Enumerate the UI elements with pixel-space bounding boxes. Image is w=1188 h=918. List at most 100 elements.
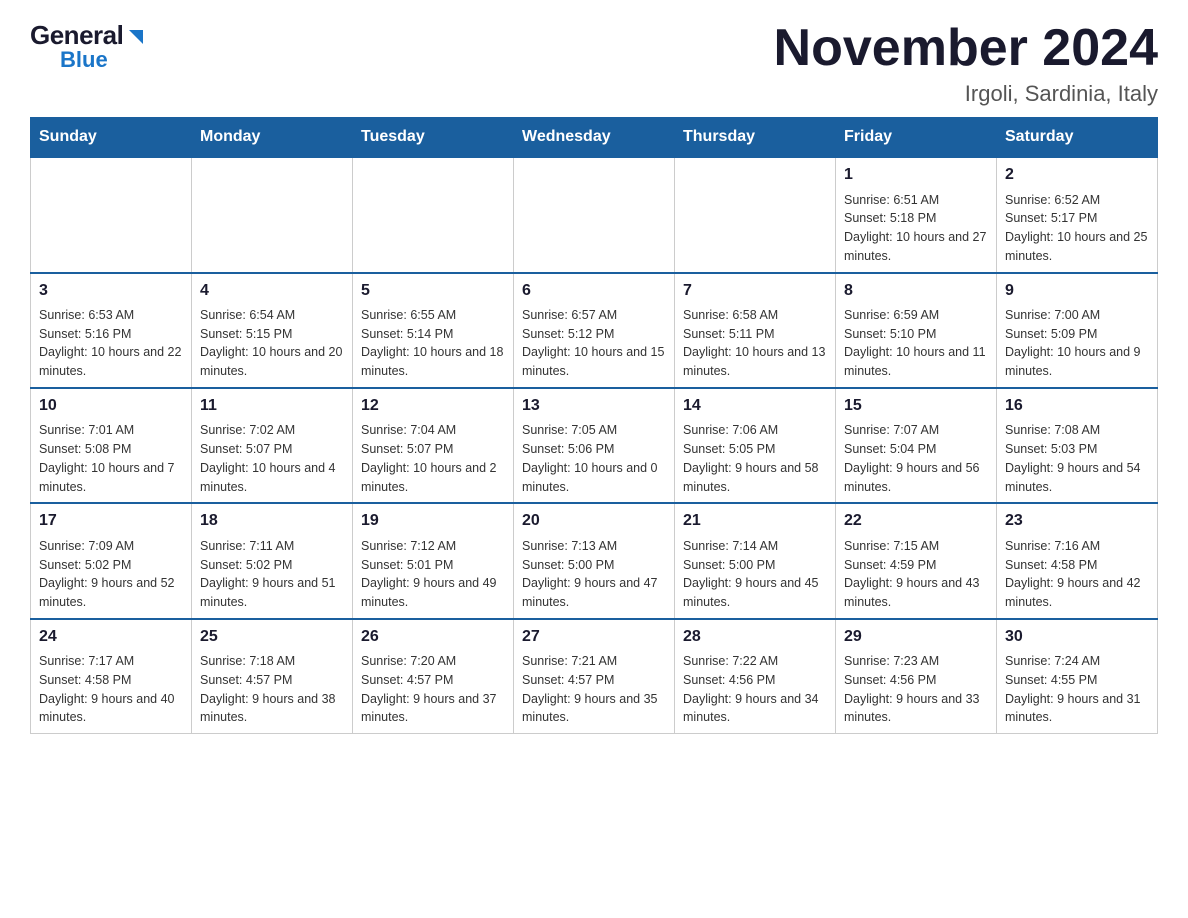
table-row: 17Sunrise: 7:09 AM Sunset: 5:02 PM Dayli… (31, 503, 192, 618)
table-row: 7 Sunrise: 6:58 AM Sunset: 5:11 PM Daylig… (675, 273, 836, 388)
page-header: General Blue November 2024 Irgoli, Sardi… (30, 20, 1158, 107)
col-friday: Friday (836, 118, 997, 158)
table-row: 10 Sunrise: 7:01 AM Sunset: 5:08 PM Dayli… (31, 388, 192, 503)
day-number: 11 (200, 395, 344, 417)
table-row: 27 Sunrise: 7:21 AM Sunset: 4:57 PM Dayli… (514, 619, 675, 734)
day-number: 6 (522, 280, 666, 302)
sun-info: Sunrise: 7:04 AM Sunset: 5:07 PM Dayligh… (361, 421, 505, 496)
day-number: 10 (39, 395, 183, 417)
day-number: 9 (1005, 280, 1149, 302)
table-row (31, 157, 192, 272)
table-row (675, 157, 836, 272)
month-title: November 2024 (774, 20, 1158, 77)
sun-info: Sunrise: 6:53 AM Sunset: 5:16 PM Dayligh… (39, 306, 183, 381)
day-number: 14 (683, 395, 827, 417)
calendar-week-row: 3Sunrise: 6:53 AM Sunset: 5:16 PM Daylig… (31, 273, 1158, 388)
day-number: 5 (361, 280, 505, 302)
day-number: 27 (522, 626, 666, 648)
table-row: 25Sunrise: 7:18 AM Sunset: 4:57 PM Dayli… (192, 619, 353, 734)
day-number: 12 (361, 395, 505, 417)
logo-blue-text: Blue (60, 47, 108, 73)
table-row (514, 157, 675, 272)
calendar-week-row: 10 Sunrise: 7:01 AM Sunset: 5:08 PM Dayli… (31, 388, 1158, 503)
sun-info: Sunrise: 7:16 AM Sunset: 4:58 PM Dayligh… (1005, 537, 1149, 612)
sun-info: Sunrise: 7:01 AM Sunset: 5:08 PM Dayligh… (39, 421, 183, 496)
day-number: 24 (39, 626, 183, 648)
sun-info: Sunrise: 7:13 AM Sunset: 5:00 PM Dayligh… (522, 537, 666, 612)
col-tuesday: Tuesday (353, 118, 514, 158)
table-row: 18 Sunrise: 7:11 AM Sunset: 5:02 PM Dayli… (192, 503, 353, 618)
sun-info: Sunrise: 7:11 AM Sunset: 5:02 PM Dayligh… (200, 537, 344, 612)
sun-info: Sunrise: 7:02 AM Sunset: 5:07 PM Dayligh… (200, 421, 344, 496)
day-number: 15 (844, 395, 988, 417)
sun-info: Sunrise: 7:21 AM Sunset: 4:57 PM Dayligh… (522, 652, 666, 727)
col-monday: Monday (192, 118, 353, 158)
col-wednesday: Wednesday (514, 118, 675, 158)
calendar-table: Sunday Monday Tuesday Wednesday Thursday… (30, 117, 1158, 734)
calendar-week-row: 24Sunrise: 7:17 AM Sunset: 4:58 PM Dayli… (31, 619, 1158, 734)
day-number: 2 (1005, 164, 1149, 186)
logo: General Blue (30, 20, 147, 73)
title-section: November 2024 Irgoli, Sardinia, Italy (774, 20, 1158, 107)
day-number: 21 (683, 510, 827, 532)
day-number: 4 (200, 280, 344, 302)
day-number: 20 (522, 510, 666, 532)
table-row: 23 Sunrise: 7:16 AM Sunset: 4:58 PM Dayli… (997, 503, 1158, 618)
logo-triangle-icon (125, 26, 147, 48)
sun-info: Sunrise: 7:07 AM Sunset: 5:04 PM Dayligh… (844, 421, 988, 496)
day-number: 28 (683, 626, 827, 648)
sun-info: Sunrise: 7:00 AM Sunset: 5:09 PM Dayligh… (1005, 306, 1149, 381)
day-number: 22 (844, 510, 988, 532)
table-row (192, 157, 353, 272)
table-row: 29 Sunrise: 7:23 AM Sunset: 4:56 PM Dayli… (836, 619, 997, 734)
table-row: 20 Sunrise: 7:13 AM Sunset: 5:00 PM Dayli… (514, 503, 675, 618)
day-number: 8 (844, 280, 988, 302)
day-number: 26 (361, 626, 505, 648)
sun-info: Sunrise: 6:58 AM Sunset: 5:11 PM Dayligh… (683, 306, 827, 381)
table-row: 9 Sunrise: 7:00 AM Sunset: 5:09 PM Daylig… (997, 273, 1158, 388)
table-row: 19 Sunrise: 7:12 AM Sunset: 5:01 PM Dayli… (353, 503, 514, 618)
table-row: 6Sunrise: 6:57 AM Sunset: 5:12 PM Daylig… (514, 273, 675, 388)
sun-info: Sunrise: 7:15 AM Sunset: 4:59 PM Dayligh… (844, 537, 988, 612)
table-row: 8 Sunrise: 6:59 AM Sunset: 5:10 PM Daylig… (836, 273, 997, 388)
sun-info: Sunrise: 7:20 AM Sunset: 4:57 PM Dayligh… (361, 652, 505, 727)
sun-info: Sunrise: 7:14 AM Sunset: 5:00 PM Dayligh… (683, 537, 827, 612)
table-row: 13 Sunrise: 7:05 AM Sunset: 5:06 PM Dayli… (514, 388, 675, 503)
calendar-week-row: 1 Sunrise: 6:51 AM Sunset: 5:18 PM Daylig… (31, 157, 1158, 272)
table-row: 12 Sunrise: 7:04 AM Sunset: 5:07 PM Dayli… (353, 388, 514, 503)
location-text: Irgoli, Sardinia, Italy (774, 81, 1158, 107)
sun-info: Sunrise: 6:54 AM Sunset: 5:15 PM Dayligh… (200, 306, 344, 381)
sun-info: Sunrise: 7:06 AM Sunset: 5:05 PM Dayligh… (683, 421, 827, 496)
table-row: 22 Sunrise: 7:15 AM Sunset: 4:59 PM Dayli… (836, 503, 997, 618)
day-number: 23 (1005, 510, 1149, 532)
sun-info: Sunrise: 6:55 AM Sunset: 5:14 PM Dayligh… (361, 306, 505, 381)
table-row: 24Sunrise: 7:17 AM Sunset: 4:58 PM Dayli… (31, 619, 192, 734)
table-row: 5 Sunrise: 6:55 AM Sunset: 5:14 PM Daylig… (353, 273, 514, 388)
sun-info: Sunrise: 7:08 AM Sunset: 5:03 PM Dayligh… (1005, 421, 1149, 496)
sun-info: Sunrise: 7:12 AM Sunset: 5:01 PM Dayligh… (361, 537, 505, 612)
table-row: 26 Sunrise: 7:20 AM Sunset: 4:57 PM Dayli… (353, 619, 514, 734)
sun-info: Sunrise: 7:18 AM Sunset: 4:57 PM Dayligh… (200, 652, 344, 727)
sun-info: Sunrise: 7:22 AM Sunset: 4:56 PM Dayligh… (683, 652, 827, 727)
table-row: 1 Sunrise: 6:51 AM Sunset: 5:18 PM Daylig… (836, 157, 997, 272)
table-row: 3Sunrise: 6:53 AM Sunset: 5:16 PM Daylig… (31, 273, 192, 388)
sun-info: Sunrise: 6:51 AM Sunset: 5:18 PM Dayligh… (844, 191, 988, 266)
table-row: 16Sunrise: 7:08 AM Sunset: 5:03 PM Dayli… (997, 388, 1158, 503)
sun-info: Sunrise: 7:05 AM Sunset: 5:06 PM Dayligh… (522, 421, 666, 496)
col-thursday: Thursday (675, 118, 836, 158)
table-row: 15 Sunrise: 7:07 AM Sunset: 5:04 PM Dayli… (836, 388, 997, 503)
day-number: 18 (200, 510, 344, 532)
table-row: 11 Sunrise: 7:02 AM Sunset: 5:07 PM Dayli… (192, 388, 353, 503)
table-row: 4 Sunrise: 6:54 AM Sunset: 5:15 PM Daylig… (192, 273, 353, 388)
day-number: 13 (522, 395, 666, 417)
calendar-header-row: Sunday Monday Tuesday Wednesday Thursday… (31, 118, 1158, 158)
day-number: 29 (844, 626, 988, 648)
sun-info: Sunrise: 6:59 AM Sunset: 5:10 PM Dayligh… (844, 306, 988, 381)
col-sunday: Sunday (31, 118, 192, 158)
day-number: 30 (1005, 626, 1149, 648)
sun-info: Sunrise: 7:23 AM Sunset: 4:56 PM Dayligh… (844, 652, 988, 727)
sun-info: Sunrise: 7:24 AM Sunset: 4:55 PM Dayligh… (1005, 652, 1149, 727)
day-number: 7 (683, 280, 827, 302)
day-number: 1 (844, 164, 988, 186)
day-number: 19 (361, 510, 505, 532)
